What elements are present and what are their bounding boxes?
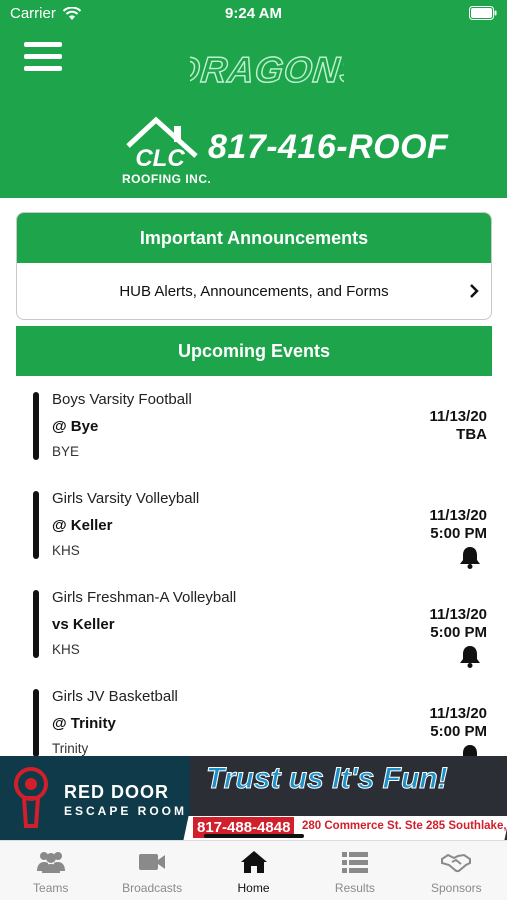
ad-banner[interactable]: RED DOOR ESCAPE ROOM Trust us It's Fun! … — [0, 756, 507, 840]
event-time: TBA — [456, 426, 487, 443]
app-header: Carrier 9:24 AM DRAGONS CLC 817-416-ROOF… — [0, 0, 507, 198]
keyhole-logo-icon — [14, 767, 48, 828]
svg-text:DRAGONS: DRAGONS — [190, 49, 344, 90]
event-bar — [33, 491, 39, 559]
event-opponent: vs Keller — [52, 616, 115, 633]
battery-icon — [469, 6, 497, 20]
ad-brand-sub: ESCAPE ROOM — [64, 804, 188, 818]
handshake-icon — [441, 853, 472, 873]
event-location: KHS — [52, 642, 80, 657]
bell-icon[interactable] — [459, 644, 481, 668]
announcements-row[interactable]: HUB Alerts, Announcements, and Forms — [17, 263, 491, 319]
status-bar: Carrier 9:24 AM — [0, 0, 507, 28]
chevron-right-icon — [470, 284, 479, 298]
event-location: BYE — [52, 444, 80, 459]
event-sport: Girls Varsity Volleyball — [52, 490, 200, 507]
event-bar — [33, 590, 39, 658]
event-date: 11/13/20 — [429, 705, 487, 722]
event-bar — [33, 689, 39, 756]
event-date: 11/13/20 — [429, 507, 487, 524]
event-item[interactable]: Girls Varsity Volleyball @ Keller KHS 11… — [0, 481, 507, 571]
bell-icon[interactable] — [459, 545, 481, 569]
tab-label: Teams — [33, 881, 69, 895]
tab-label: Results — [334, 881, 375, 895]
teams-icon — [36, 852, 65, 873]
hamburger-menu-icon[interactable] — [24, 42, 62, 74]
list-icon — [341, 852, 368, 873]
tab-label: Broadcasts — [122, 881, 183, 895]
event-sport: Girls Freshman-A Volleyball — [52, 589, 237, 606]
event-item[interactable]: Girls JV Basketball @ Trinity Trinity 11… — [0, 679, 507, 756]
events-title: Upcoming Events — [16, 326, 492, 376]
sponsor-phone: 817-416-ROOF — [208, 128, 449, 166]
event-bar — [33, 392, 39, 460]
event-time: 5:00 PM — [430, 525, 487, 542]
ad-address: 280 Commerce St. Ste 285 Southlake, TX — [302, 820, 507, 832]
tab-results[interactable]: Results — [304, 841, 405, 900]
home-icon — [240, 851, 267, 873]
announcements-row-label: HUB Alerts, Announcements, and Forms — [119, 282, 389, 300]
tab-teams[interactable]: Teams — [0, 841, 101, 900]
event-date: 11/13/20 — [429, 606, 487, 623]
event-item[interactable]: Girls Freshman-A Volleyball vs Keller KH… — [0, 580, 507, 670]
svg-text:CLC: CLC — [135, 145, 185, 172]
event-location: KHS — [52, 543, 80, 558]
announcements-title: Important Announcements — [17, 213, 491, 263]
event-date: 11/13/20 — [429, 408, 487, 425]
event-time: 5:00 PM — [430, 624, 487, 641]
event-location: Trinity — [52, 741, 89, 756]
ad-headline: Trust us It's Fun! — [206, 762, 449, 796]
roof-logo-icon: CLC — [126, 116, 198, 172]
events-list[interactable]: Boys Varsity Football @ Bye BYE 11/13/20… — [0, 382, 507, 756]
tab-sponsors[interactable]: Sponsors — [406, 841, 507, 900]
bell-icon[interactable] — [459, 743, 481, 756]
tab-label: Home — [237, 881, 270, 895]
home-indicator — [204, 834, 304, 838]
tab-label: Sponsors — [430, 881, 482, 895]
tab-bar: Teams Broadcasts Home Results Sponsors — [0, 840, 507, 900]
event-sport: Girls JV Basketball — [52, 688, 178, 705]
event-time: 5:00 PM — [430, 723, 487, 740]
announcements-card: Important Announcements HUB Alerts, Anno… — [16, 212, 492, 320]
status-time: 9:24 AM — [225, 5, 282, 22]
event-opponent: @ Trinity — [52, 715, 116, 732]
tab-broadcasts[interactable]: Broadcasts — [101, 841, 202, 900]
event-opponent: @ Bye — [52, 418, 99, 435]
event-sport: Boys Varsity Football — [52, 391, 192, 408]
event-item[interactable]: Boys Varsity Football @ Bye BYE 11/13/20… — [0, 382, 507, 472]
video-camera-icon — [139, 854, 166, 870]
tab-home[interactable]: Home — [203, 841, 304, 900]
team-logo: DRAGONS — [190, 48, 344, 90]
ad-brand-name: RED DOOR — [64, 782, 170, 802]
sponsor-subtitle: ROOFING INC. — [122, 172, 212, 186]
event-opponent: @ Keller — [52, 517, 113, 534]
